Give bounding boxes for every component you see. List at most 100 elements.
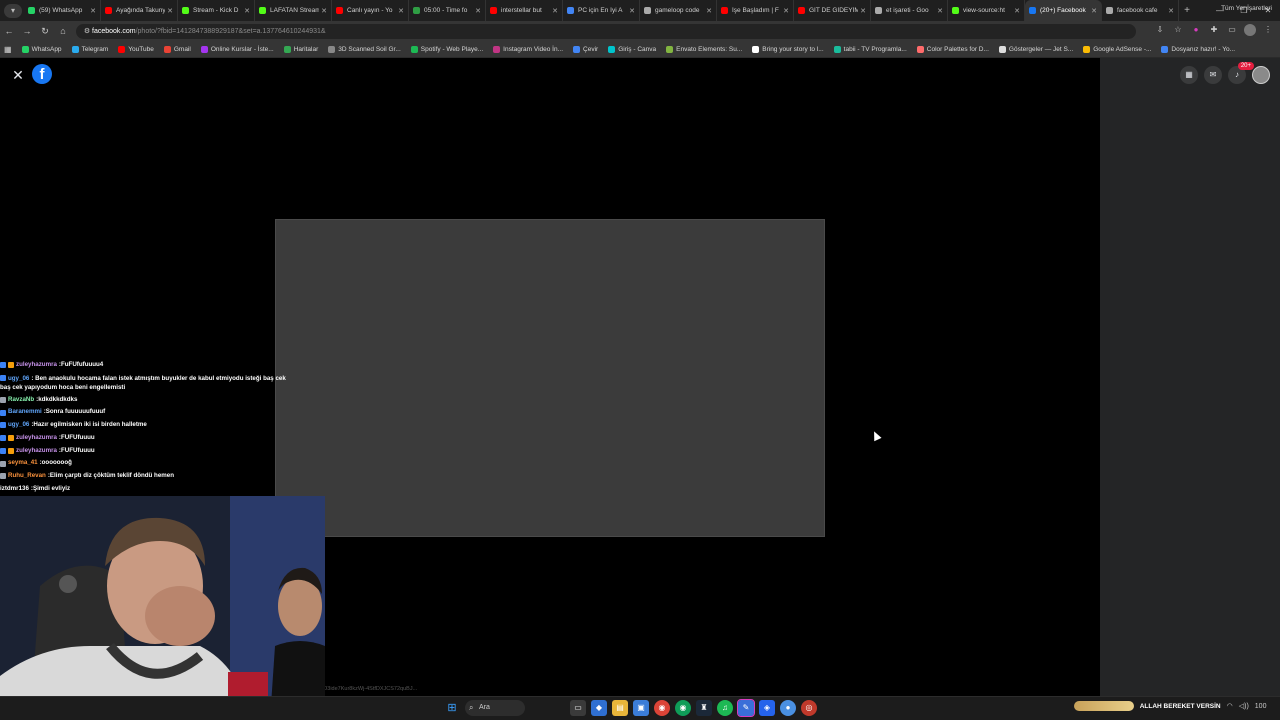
obs-icon[interactable]: ◎ (801, 700, 817, 716)
shield-icon[interactable]: ◈ (759, 700, 775, 716)
bookmark-item[interactable]: Gmail (163, 45, 191, 53)
bookmark-item[interactable]: 3D Scanned Soil Gr... (328, 45, 401, 53)
bookmark-item[interactable]: Envato Elements: Su... (666, 45, 742, 53)
chat-badge-icon (8, 362, 14, 369)
tab-title: (20+) Facebook (1040, 7, 1086, 14)
tab-search-icon[interactable]: ▾ (4, 3, 22, 18)
bookmark-favicon-icon (328, 45, 336, 53)
bookmark-item[interactable]: Spotify - Web Playe... (410, 45, 483, 53)
chrome-active-icon[interactable]: ◉ (675, 700, 691, 716)
file-explorer-icon[interactable]: ▤ (612, 700, 628, 716)
install-icon[interactable]: ⇩ (1154, 24, 1166, 36)
bookmark-item[interactable]: Bring your story to l... (752, 45, 824, 53)
tab-close-icon[interactable]: ✕ (398, 7, 404, 15)
tab-close-icon[interactable]: ✕ (937, 7, 943, 15)
site-info-icon[interactable]: ⚙ (82, 27, 92, 35)
browser-tab[interactable]: Ayağında Takunya ✕ (101, 0, 178, 21)
browser-tab[interactable]: view-source:ht ✕ (948, 0, 1025, 21)
browser-tab[interactable]: (20+) Facebook ✕ (1025, 0, 1102, 21)
header-actions: ▦ ✉ ♪ (1180, 66, 1270, 84)
browser-tab[interactable]: gameloop code ✕ (640, 0, 717, 21)
bookmark-item[interactable]: tabii - TV Programla... (833, 45, 907, 53)
browser-tab[interactable]: facebook cafe ✕ (1102, 0, 1179, 21)
menu-icon[interactable]: ⋮ (1262, 24, 1274, 36)
bookmark-item[interactable]: Instagram Video İn... (493, 45, 563, 53)
screen: ▾ (59) WhatsApp ✕ Ayağında Takunya ✕ Stream … (0, 0, 1280, 720)
bookmark-item[interactable]: Color Palettes for D... (916, 45, 989, 53)
widgets-icon[interactable]: ◆ (591, 700, 607, 716)
address-bar[interactable]: ⚙ facebook.com/photo/?fbid=1412847388929… (76, 23, 1136, 39)
browser-tab[interactable]: Stream - Kick D ✕ (178, 0, 255, 21)
facebook-logo[interactable]: f (32, 64, 52, 84)
reload-icon[interactable]: ↻ (36, 26, 54, 37)
browser-tab[interactable]: 05:00 - Time fo ✕ (409, 0, 486, 21)
tab-close-icon[interactable]: ✕ (552, 7, 558, 15)
back-icon[interactable]: ← (0, 26, 18, 36)
browser-tab[interactable]: LAFATAN Stream ✕ (255, 0, 332, 21)
tab-close-icon[interactable]: ✕ (475, 7, 481, 15)
bookmark-item[interactable]: Online Kurslar - İste... (200, 45, 274, 53)
bookmark-item[interactable]: Giriş - Canva (608, 45, 656, 53)
tab-close-icon[interactable]: ✕ (1091, 7, 1097, 15)
bookmark-item[interactable]: Dosyanız hazır! - Yo... (1161, 45, 1235, 53)
bookmark-star-icon[interactable]: ☆ (1172, 24, 1184, 36)
tab-close-icon[interactable]: ✕ (90, 7, 96, 15)
sidebar-icon[interactable]: ▭ (1226, 24, 1238, 36)
bookmark-favicon-icon (118, 45, 126, 53)
tab-close-icon[interactable]: ✕ (244, 7, 250, 15)
task-view-icon[interactable]: ▭ (570, 700, 586, 716)
bookmark-item[interactable]: WhatsApp (21, 45, 62, 53)
tab-close-icon[interactable]: ✕ (629, 7, 635, 15)
volume-icon[interactable]: ◁)) (1239, 702, 1249, 710)
store-icon[interactable]: ▣ (633, 700, 649, 716)
bookmark-item[interactable]: Haritalar (283, 45, 318, 53)
app-icon[interactable]: ● (780, 700, 796, 716)
steam-icon[interactable]: ♜ (696, 700, 712, 716)
close-icon[interactable]: ✕ (9, 66, 27, 84)
taskbar-search[interactable]: Ara (465, 700, 525, 716)
start-icon[interactable]: ⊞ (444, 700, 460, 716)
editor-icon[interactable]: ✎ (737, 699, 755, 717)
tab-close-icon[interactable]: ✕ (860, 7, 866, 15)
clock[interactable] (1272, 703, 1274, 710)
ticker-bar (1073, 701, 1134, 711)
puzzle-icon[interactable]: ✚ (1208, 24, 1220, 36)
browser-tab[interactable]: Canlı yayın - Yo ✕ (332, 0, 409, 21)
chrome-icon[interactable]: ◉ (654, 700, 670, 716)
apps-grid-icon[interactable]: ▦ (4, 45, 12, 54)
tab-favicon-icon (105, 7, 112, 14)
tab-close-icon[interactable]: ✕ (167, 7, 173, 15)
tab-close-icon[interactable]: ✕ (1014, 7, 1020, 15)
wifi-icon[interactable]: ◠ (1227, 702, 1233, 710)
photo-placeholder[interactable] (275, 219, 825, 537)
bookmark-item[interactable]: YouTube (118, 45, 154, 53)
tab-close-icon[interactable]: ✕ (321, 7, 327, 15)
browser-tab[interactable]: (59) WhatsApp ✕ (24, 0, 101, 21)
forward-icon[interactable]: → (18, 26, 36, 36)
spotify-icon[interactable]: ♫ (717, 700, 733, 716)
browser-tab[interactable]: PC için En İyi A ✕ (563, 0, 640, 21)
messenger-icon[interactable]: ✉ (1204, 66, 1222, 84)
browser-tab-strip: ▾ (59) WhatsApp ✕ Ayağında Takunya ✕ Stream … (0, 0, 1280, 21)
tab-close-icon[interactable]: ✕ (1168, 7, 1174, 15)
bookmark-item[interactable]: Çevir (573, 45, 598, 53)
extension-icon[interactable]: ● (1190, 24, 1202, 36)
tab-close-icon[interactable]: ✕ (783, 7, 789, 15)
bookmark-item[interactable]: Telegram (71, 45, 108, 53)
bookmark-item[interactable]: Göstergeler — Jet S... (998, 45, 1073, 53)
browser-tab[interactable]: et işareti - Goo ✕ (871, 0, 948, 21)
menu-grid-icon[interactable]: ▦ (1180, 66, 1198, 84)
browser-tab[interactable]: GİT DE GİDEYİM ✕ (794, 0, 871, 21)
profile-icon[interactable] (1244, 24, 1256, 36)
bookmark-item[interactable]: Google AdSense -... (1083, 45, 1151, 53)
browser-tab[interactable]: interstellar but ✕ (486, 0, 563, 21)
chat-badge-icon (0, 409, 6, 416)
tab-close-icon[interactable]: ✕ (706, 7, 712, 15)
account-avatar[interactable] (1252, 66, 1270, 84)
new-tab-button[interactable]: + (1179, 5, 1195, 16)
browser-tab[interactable]: İşe Başladım | F ✕ (717, 0, 794, 21)
all-bookmarks-link[interactable]: Tüm Yer İşaretleri (1221, 5, 1272, 12)
bookmark-label: Online Kurslar - İste... (210, 45, 274, 53)
chat-badge-icon (0, 460, 6, 467)
home-icon[interactable]: ⌂ (54, 26, 72, 36)
